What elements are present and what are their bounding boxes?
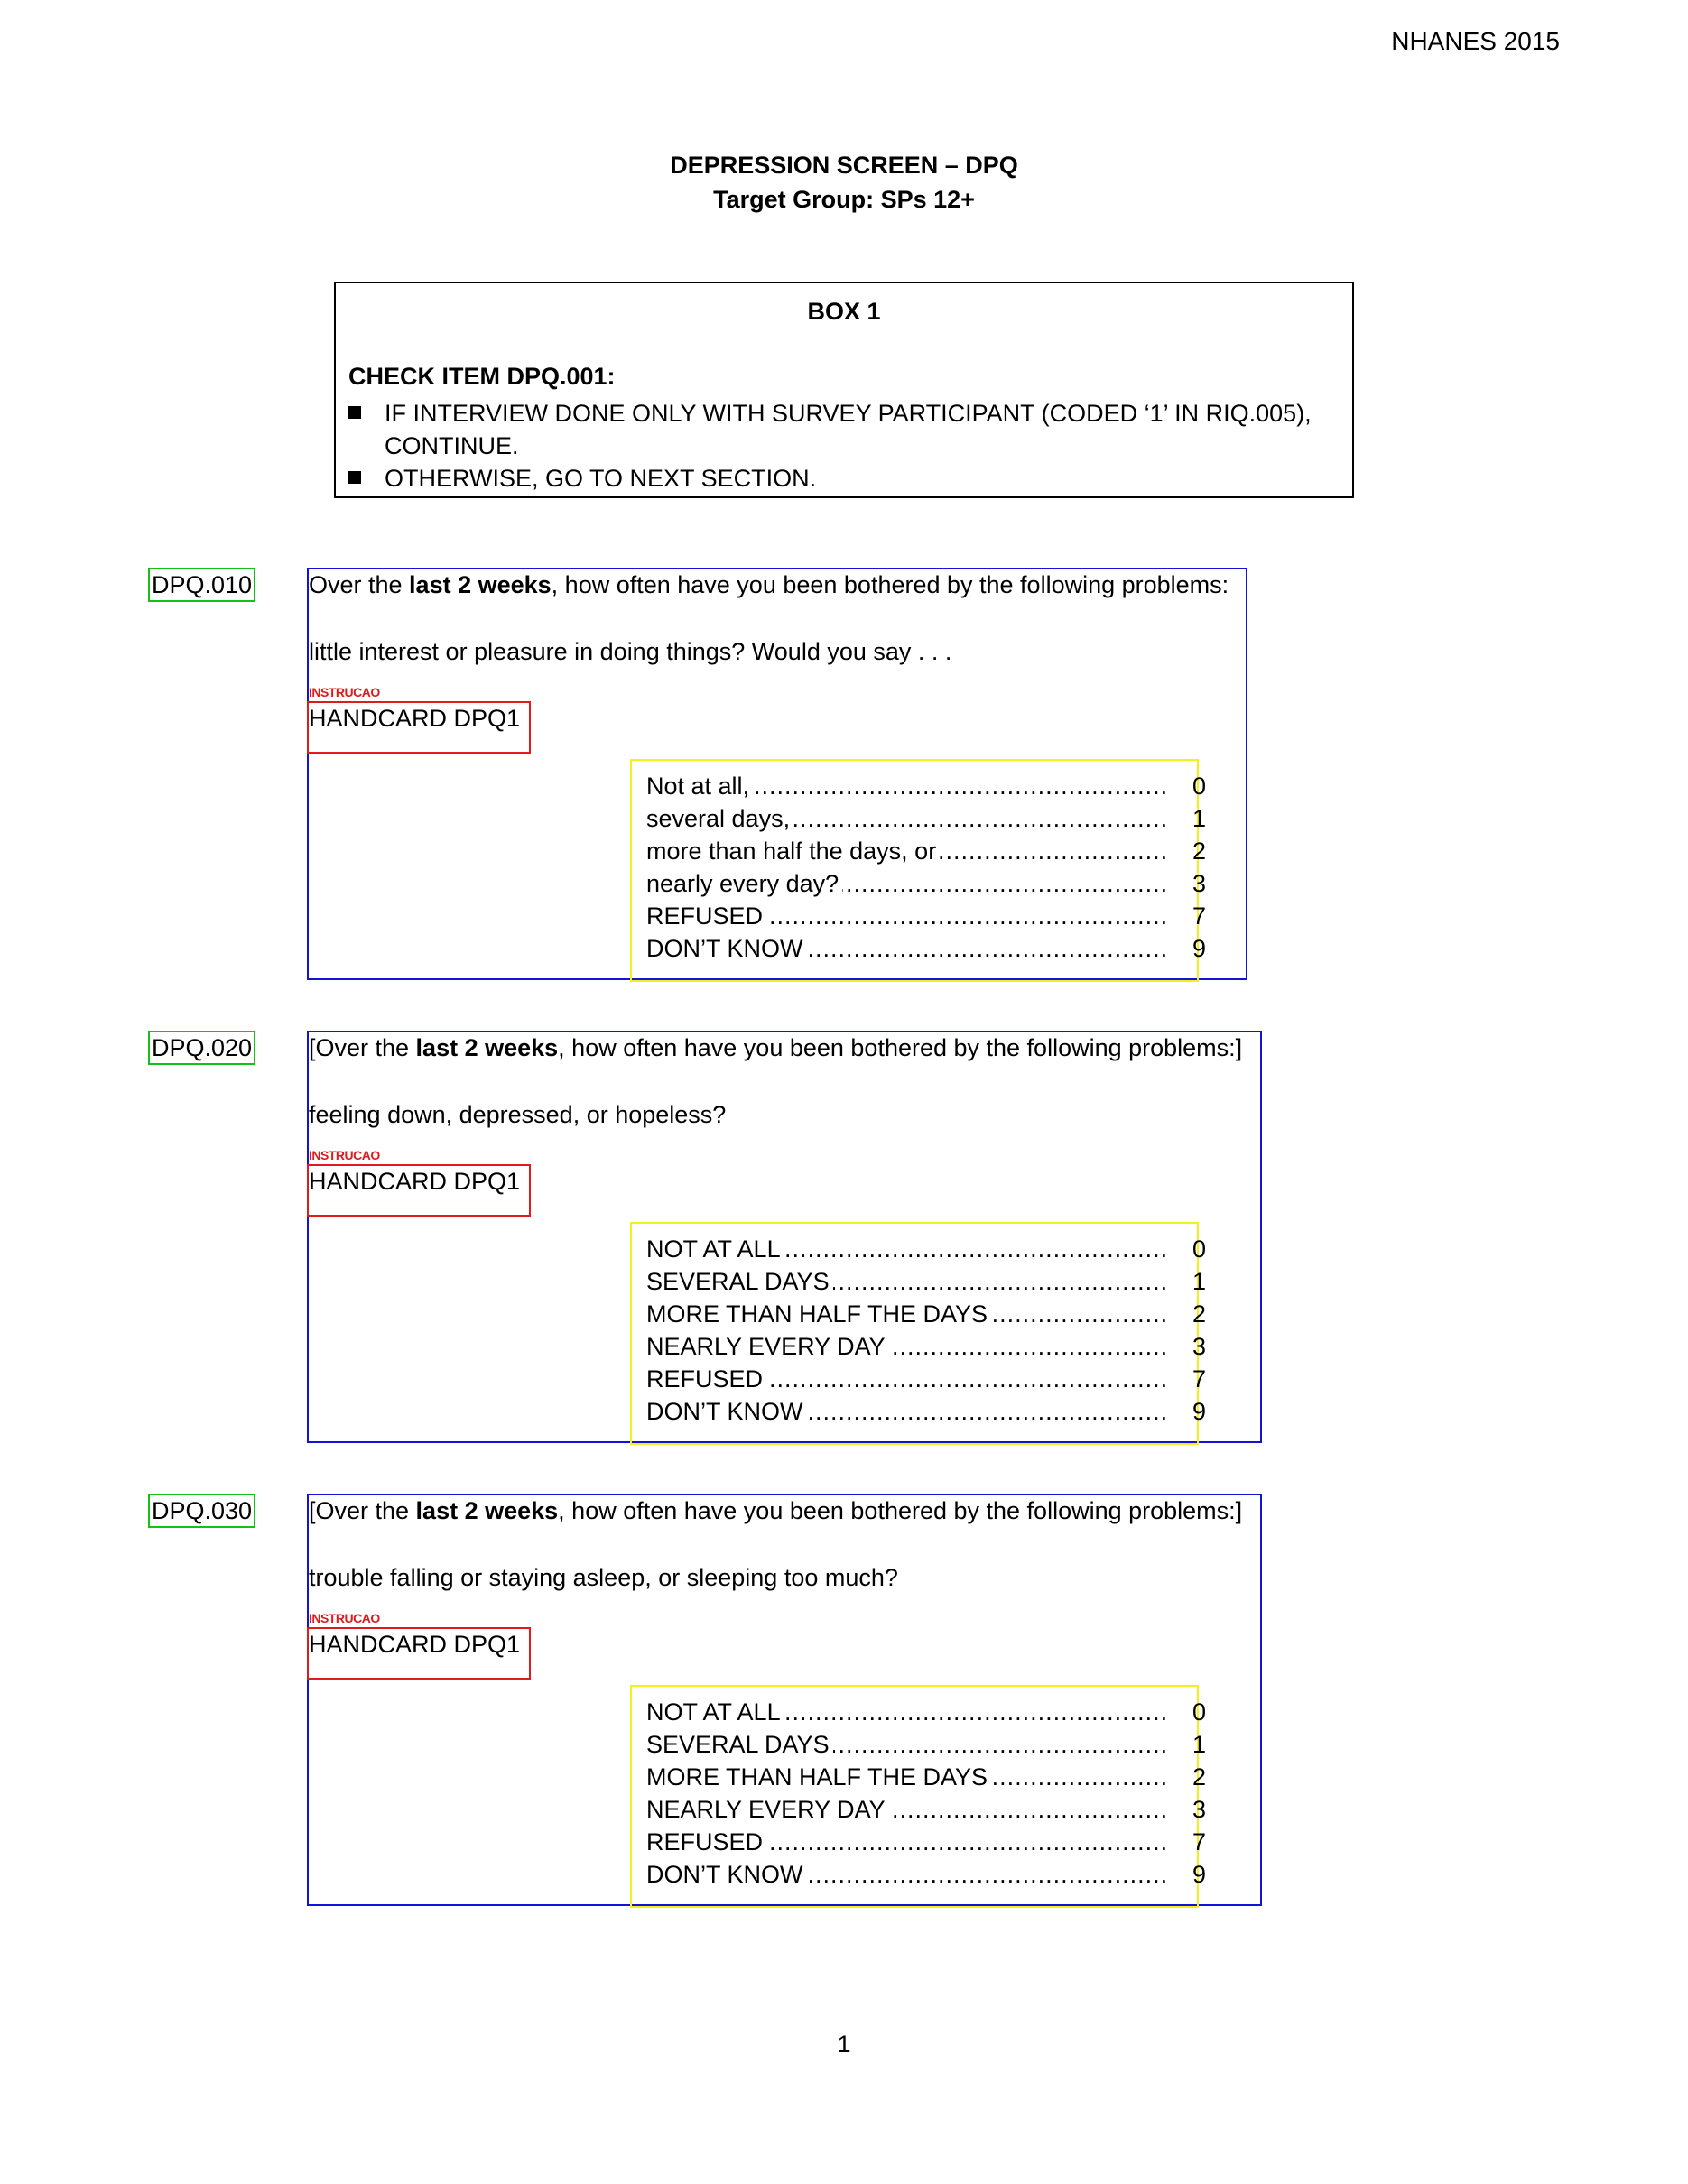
- response-code: 9: [1192, 1398, 1206, 1425]
- response-code: 2: [1192, 1763, 1206, 1791]
- response-option[interactable]: ........................................…: [646, 1728, 1206, 1761]
- response-option[interactable]: ........................................…: [646, 867, 1206, 900]
- question-block: Over the last 2 weeks, how often have yo…: [307, 568, 1247, 982]
- response-code: 3: [1192, 1333, 1206, 1360]
- box-1: BOX 1 CHECK ITEM DPQ.001: IF INTERVIEW D…: [334, 282, 1354, 498]
- handcard-label: HANDCARD DPQ1: [307, 1164, 531, 1217]
- page-number: 1: [837, 2031, 851, 2058]
- response-option[interactable]: ........................................…: [646, 1858, 1206, 1891]
- response-option[interactable]: ........................................…: [646, 1696, 1206, 1728]
- response-option[interactable]: ........................................…: [646, 932, 1206, 965]
- instruction-tag: INSTRUCAO: [309, 685, 380, 699]
- instruction-tag: INSTRUCAO: [309, 1148, 380, 1162]
- response-option[interactable]: ........................................…: [646, 1363, 1206, 1395]
- question-id: DPQ.010: [148, 568, 256, 602]
- response-code: 7: [1192, 902, 1206, 930]
- response-code: 0: [1192, 773, 1206, 800]
- question-id: DPQ.020: [148, 1031, 256, 1065]
- response-code: 3: [1192, 870, 1206, 897]
- response-code: 2: [1192, 1300, 1206, 1328]
- question-stem: [Over the last 2 weeks, how often have y…: [309, 1034, 1243, 1061]
- response-options: ........................................…: [630, 1685, 1206, 1908]
- question-item: little interest or pleasure in doing thi…: [309, 638, 952, 665]
- response-option[interactable]: ........................................…: [646, 1395, 1206, 1428]
- question-block: [Over the last 2 weeks, how often have y…: [307, 1031, 1262, 1445]
- response-code: 9: [1192, 1861, 1206, 1888]
- response-option[interactable]: ........................................…: [646, 1761, 1206, 1793]
- check-item-label: CHECK ITEM DPQ.001:: [348, 363, 616, 390]
- response-code: 1: [1192, 1268, 1206, 1295]
- handcard-label: HANDCARD DPQ1: [307, 1627, 531, 1680]
- question-block: [Over the last 2 weeks, how often have y…: [307, 1494, 1262, 1908]
- response-code: 1: [1192, 1731, 1206, 1758]
- emphasis-text: last 2 weeks: [415, 1497, 559, 1524]
- target-group: Target Group: SPs 12+: [713, 186, 975, 213]
- response-code: 9: [1192, 935, 1206, 962]
- response-code: 2: [1192, 838, 1206, 865]
- bullet-text: OTHERWISE, GO TO NEXT SECTION.: [385, 465, 817, 492]
- response-option[interactable]: ........................................…: [646, 1793, 1206, 1826]
- response-options: ........................................…: [630, 759, 1206, 982]
- box-1-label: BOX 1: [807, 298, 881, 325]
- response-option[interactable]: ........................................…: [646, 1233, 1206, 1265]
- question-id: DPQ.030: [148, 1494, 256, 1528]
- response-option[interactable]: ........................................…: [646, 1298, 1206, 1330]
- emphasis-text: last 2 weeks: [409, 571, 552, 598]
- emphasis-text: last 2 weeks: [415, 1034, 559, 1061]
- response-code: 0: [1192, 1698, 1206, 1726]
- square-bullet-icon: [348, 405, 361, 419]
- response-option[interactable]: ........................................…: [646, 1265, 1206, 1298]
- response-options: ........................................…: [630, 1222, 1206, 1445]
- bullet-text: IF INTERVIEW DONE ONLY WITH SURVEY PARTI…: [385, 400, 1312, 459]
- response-code: 3: [1192, 1796, 1206, 1823]
- box-1-bullet: IF INTERVIEW DONE ONLY WITH SURVEY PARTI…: [348, 397, 1341, 462]
- question-stem: [Over the last 2 weeks, how often have y…: [309, 1497, 1243, 1524]
- response-option[interactable]: ........................................…: [646, 835, 1206, 867]
- survey-year-header: NHANES 2015: [1391, 27, 1560, 55]
- page-title: DEPRESSION SCREEN – DPQ: [670, 152, 1018, 179]
- handcard-label: HANDCARD DPQ1: [307, 701, 531, 754]
- response-option[interactable]: ........................................…: [646, 770, 1206, 802]
- response-option[interactable]: ........................................…: [646, 900, 1206, 932]
- response-code: 7: [1192, 1365, 1206, 1393]
- response-option[interactable]: ........................................…: [646, 1826, 1206, 1858]
- instruction-tag: INSTRUCAO: [309, 1611, 380, 1625]
- question-item: feeling down, depressed, or hopeless?: [309, 1101, 727, 1128]
- question-item: trouble falling or staying asleep, or sl…: [309, 1564, 898, 1591]
- response-option[interactable]: ........................................…: [646, 802, 1206, 835]
- box-1-bullet: OTHERWISE, GO TO NEXT SECTION.: [348, 462, 1341, 495]
- response-option[interactable]: ........................................…: [646, 1330, 1206, 1363]
- response-code: 7: [1192, 1828, 1206, 1855]
- question-stem: Over the last 2 weeks, how often have yo…: [309, 571, 1229, 598]
- response-code: 1: [1192, 805, 1206, 832]
- square-bullet-icon: [348, 470, 361, 484]
- response-code: 0: [1192, 1235, 1206, 1263]
